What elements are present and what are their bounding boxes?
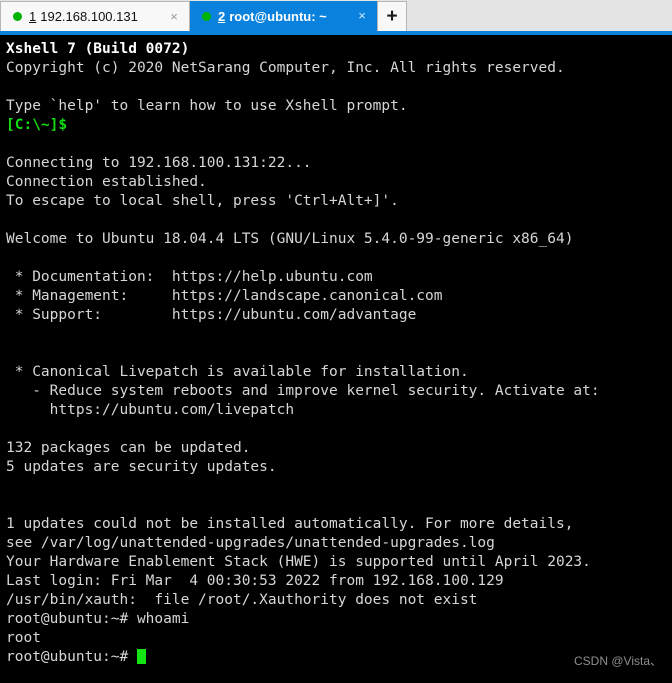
terminal-line: To escape to local shell, press 'Ctrl+Al… xyxy=(6,193,399,209)
green-dot-icon xyxy=(13,12,22,21)
green-dot-icon xyxy=(202,11,211,21)
terminal-line: 1 updates could not be installed automat… xyxy=(6,516,574,532)
terminal-line: 132 packages can be updated. xyxy=(6,440,251,456)
terminal-line: * Management: https://landscape.canonica… xyxy=(6,288,443,304)
terminal-line: root xyxy=(6,630,41,646)
terminal-line: - Reduce system reboots and improve kern… xyxy=(6,383,600,399)
terminal-line: https://ubuntu.com/livepatch xyxy=(6,402,295,418)
terminal-line: Type `help' to learn how to use Xshell p… xyxy=(6,98,408,114)
close-icon[interactable]: × xyxy=(353,7,371,25)
terminal-line: 5 updates are security updates. xyxy=(6,459,277,475)
tab-label: root@ubuntu: ~ xyxy=(229,8,327,24)
new-tab-button[interactable]: + xyxy=(377,1,407,31)
close-icon[interactable]: × xyxy=(165,8,183,26)
terminal-line: Last login: Fri Mar 4 00:30:53 2022 from… xyxy=(6,573,504,589)
terminal-line: Copyright (c) 2020 NetSarang Computer, I… xyxy=(6,60,565,76)
terminal-line: Your Hardware Enablement Stack (HWE) is … xyxy=(6,554,591,570)
text-cursor xyxy=(136,649,146,664)
terminal-line: * Documentation: https://help.ubuntu.com xyxy=(6,269,373,285)
terminal-line: [C:\~]$ xyxy=(6,117,68,133)
terminal-line: /usr/bin/xauth: file /root/.Xauthority d… xyxy=(6,592,478,608)
terminal-line: Welcome to Ubuntu 18.04.4 LTS (GNU/Linux… xyxy=(6,231,574,247)
tab-2[interactable]: 2 root@ubuntu: ~ × xyxy=(190,1,377,31)
tab-index: 1 xyxy=(29,9,37,24)
watermark: CSDN @Vista、 xyxy=(574,654,662,668)
tab-index: 2 xyxy=(218,8,226,24)
terminal-line: see /var/log/unattended-upgrades/unatten… xyxy=(6,535,495,551)
terminal-line: Xshell 7 (Build 0072) xyxy=(6,41,190,57)
shell-prompt: root@ubuntu:~# xyxy=(6,649,137,665)
terminal-line: Connecting to 192.168.100.131:22... xyxy=(6,155,312,171)
tab-bar: 1 192.168.100.131 × 2 root@ubuntu: ~ × + xyxy=(0,0,672,31)
terminal-line: * Support: https://ubuntu.com/advantage xyxy=(6,307,417,323)
tab-label: 192.168.100.131 xyxy=(40,9,138,24)
plus-icon: + xyxy=(386,5,398,27)
terminal-prompt-line: root@ubuntu:~# xyxy=(6,648,672,667)
terminal-line: Connection established. xyxy=(6,174,207,190)
terminal-line: root@ubuntu:~# whoami xyxy=(6,611,190,627)
terminal-line: * Canonical Livepatch is available for i… xyxy=(6,364,469,380)
tab-1[interactable]: 1 192.168.100.131 × xyxy=(0,1,190,31)
terminal-line-list: Xshell 7 (Build 0072) Copyright (c) 2020 … xyxy=(6,40,672,648)
terminal-output[interactable]: Xshell 7 (Build 0072) Copyright (c) 2020 … xyxy=(0,35,672,683)
